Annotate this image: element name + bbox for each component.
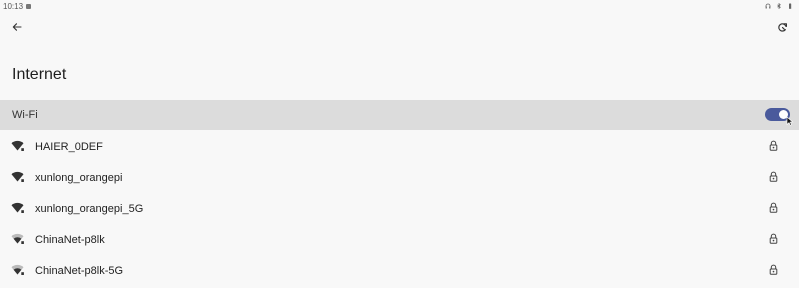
headset-icon [765, 3, 771, 9]
battery-icon [789, 3, 792, 9]
network-name: HAIER_0DEF [35, 141, 103, 153]
back-button[interactable] [8, 19, 26, 35]
arrow-left-icon [12, 23, 22, 31]
network-item[interactable]: xunlong_orangepi [0, 162, 799, 193]
network-item[interactable]: ChinaNet-p8lk [0, 224, 799, 255]
network-item[interactable]: ChinaNet-p8lk-5G [0, 255, 799, 286]
network-item[interactable]: xunlong_orangepi_5G [0, 193, 799, 224]
lock-icon [769, 264, 778, 275]
status-bar: 10:13 [0, 0, 799, 12]
bluetooth-icon [777, 3, 781, 9]
status-time: 10:13 [3, 1, 24, 11]
network-item[interactable]: HAIER_0DEF [0, 131, 799, 162]
lock-icon [769, 233, 778, 244]
network-name: ChinaNet-p8lk [35, 234, 105, 246]
lock-icon [769, 171, 778, 182]
status-left: 10:13 [0, 1, 32, 11]
wifi-signal-weak-icon [11, 233, 24, 244]
lock-icon [769, 140, 778, 151]
settings-screen: 10:13 Internet Wi-Fi HAIER_0DEF xunlong_… [0, 0, 799, 288]
network-name: xunlong_orangepi_5G [35, 203, 144, 215]
network-list: HAIER_0DEF xunlong_orangepi xunlong_oran… [0, 131, 799, 286]
status-right [765, 3, 799, 9]
wifi-signal-icon [11, 171, 24, 182]
network-name: ChinaNet-p8lk-5G [35, 265, 124, 277]
wifi-signal-icon [11, 202, 24, 213]
wifi-toggle-row[interactable]: Wi-Fi [0, 100, 799, 130]
notification-icon [26, 3, 32, 9]
page-title: Internet [12, 66, 67, 83]
mouse-pointer-icon [786, 116, 794, 126]
wifi-signal-icon [11, 140, 24, 151]
toolbar [0, 15, 799, 39]
wifi-label: Wi-Fi [12, 109, 38, 121]
lock-icon [769, 202, 778, 213]
network-name: xunlong_orangepi [35, 172, 123, 184]
refresh-button[interactable] [773, 19, 791, 35]
wifi-signal-weak-icon [11, 264, 24, 275]
refresh-icon [777, 22, 787, 32]
